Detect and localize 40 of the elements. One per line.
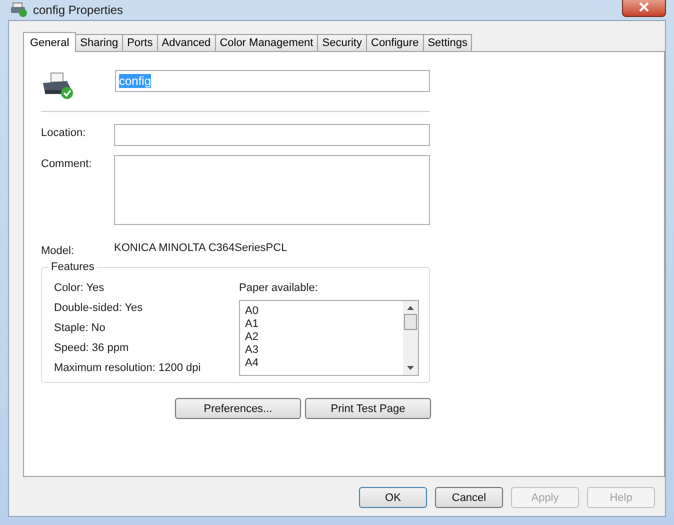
paper-label: Paper available: xyxy=(239,282,319,294)
feature-text: Staple: No xyxy=(54,322,106,334)
action-button[interactable]: Print Test Page xyxy=(305,398,431,419)
tab[interactable]: General xyxy=(23,32,76,52)
paper-item[interactable]: A3 xyxy=(245,344,399,357)
dialog-button[interactable]: Cancel xyxy=(435,487,503,508)
feature-text: Double-sided: Yes xyxy=(54,302,144,314)
tab[interactable]: Security xyxy=(317,34,367,51)
paper-item[interactable]: A0 xyxy=(245,305,399,318)
up-arrow-icon xyxy=(407,306,414,310)
model-label: Model: xyxy=(41,244,76,257)
printer-icon xyxy=(41,70,75,100)
model-value: KONICA MINOLTA C364SeriesPCL xyxy=(114,242,288,254)
paper-item[interactable]: A1 xyxy=(245,318,399,331)
feature-text: Color: Yes xyxy=(54,282,106,294)
tab[interactable]: Sharing xyxy=(75,34,124,51)
paper-item[interactable]: A2 xyxy=(245,331,399,344)
paper-item[interactable]: A4 xyxy=(245,357,399,370)
scrollbar[interactable] xyxy=(403,301,418,375)
tab[interactable]: Settings xyxy=(422,34,472,51)
feature-text: Maximum resolution: 1200 dpi xyxy=(54,362,202,374)
close-icon xyxy=(638,2,650,12)
window-title: config Properties xyxy=(33,3,124,17)
dialog-button[interactable]: OK xyxy=(359,487,427,508)
tab[interactable]: Advanced xyxy=(156,34,216,51)
action-button[interactable]: Preferences... xyxy=(175,398,301,419)
comment-label: Comment: xyxy=(41,157,93,170)
feature-text: Speed: 36 ppm xyxy=(54,342,130,354)
features-title: Features xyxy=(48,261,98,273)
paper-list[interactable]: A0 A1 A2 A3 A4 xyxy=(239,300,419,376)
printer-icon xyxy=(10,2,28,18)
tab[interactable]: Color Management xyxy=(214,34,318,51)
down-arrow-icon xyxy=(407,366,414,370)
comment-field[interactable] xyxy=(114,155,430,225)
location-field[interactable] xyxy=(114,124,430,146)
close-button[interactable] xyxy=(622,0,666,16)
location-label: Location: xyxy=(41,126,87,139)
tab[interactable]: Configure xyxy=(366,34,424,51)
tab[interactable]: Ports xyxy=(122,34,158,51)
scrollbar-thumb[interactable] xyxy=(404,314,417,330)
